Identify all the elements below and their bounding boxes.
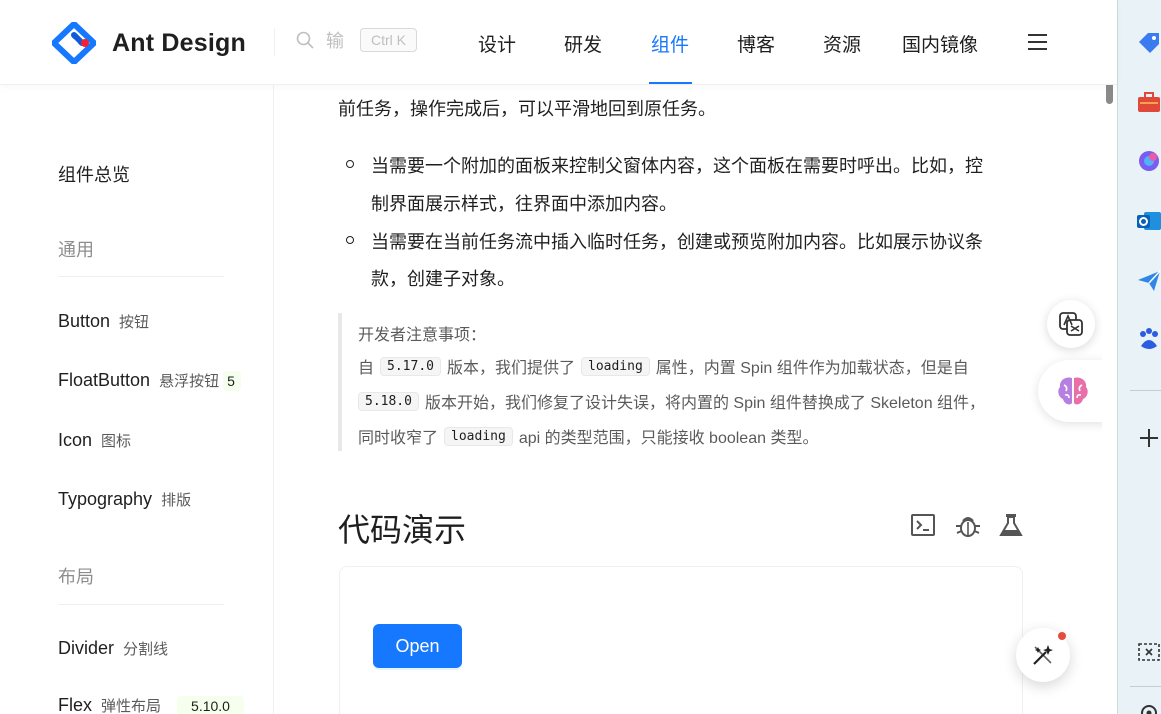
nav-blog[interactable]: 博客 — [737, 30, 775, 57]
demo-card: Open — [339, 566, 1023, 714]
nav-mirror[interactable]: 国内镜像 — [902, 30, 978, 57]
sidebar-item-label: Icon — [58, 430, 93, 450]
side-panel-divider — [1130, 686, 1161, 687]
ai-magic-button[interactable] — [1016, 628, 1070, 682]
outlook-icon[interactable] — [1136, 208, 1161, 234]
sidebar-item-sublabel: 悬浮按钮 — [159, 373, 220, 390]
sidebar-item-label: 组件总览 — [58, 165, 130, 185]
sidebar-group-general: 通用 — [58, 240, 94, 260]
note-line: 同时收窄了 loading api 的类型范围，只能接收 boolean 类型。 — [358, 424, 818, 448]
inline-code: 5.17.0 — [380, 356, 441, 376]
sidebar-item-label: Flex — [58, 695, 93, 714]
inline-code: loading — [581, 356, 650, 376]
browser-side-panel — [1117, 0, 1161, 714]
ai-assistant-button[interactable] — [1038, 360, 1108, 422]
screenshot-icon[interactable] — [1136, 640, 1161, 666]
version-tag: 5.10.0 — [177, 695, 244, 714]
baidu-icon[interactable] — [1136, 326, 1161, 352]
search-shortcut: Ctrl K — [360, 28, 417, 52]
sidebar-group-layout: 布局 — [58, 567, 94, 587]
note-text: 版本，我们提供了 — [446, 360, 575, 377]
sidebar-item-typography[interactable]: Typography 排版 — [58, 489, 191, 510]
content-paragraph: 前任务，操作完成后，可以平滑地回到原任务。 — [338, 99, 716, 119]
toolbox-icon[interactable] — [1136, 89, 1161, 115]
send-icon[interactable] — [1136, 268, 1161, 294]
terminal-icon[interactable] — [910, 512, 936, 538]
sidebar-item-sublabel: 排版 — [161, 492, 192, 509]
add-icon[interactable] — [1136, 425, 1161, 451]
sidebar-item-label: Button — [58, 311, 111, 331]
sidebar-divider — [58, 604, 224, 605]
header-divider — [274, 28, 275, 56]
nav-design[interactable]: 设计 — [478, 30, 516, 57]
section-title: 代码演示 — [338, 512, 467, 548]
tag-icon[interactable] — [1136, 30, 1161, 56]
developer-note: 开发者注意事项： 自 5.17.0 版本，我们提供了 loading 属性，内置… — [338, 313, 1023, 451]
logo-text: Ant Design — [112, 28, 246, 57]
top-header: Ant Design 输 Ctrl K 设计 研发 组件 博客 资源 国内镜像 — [0, 0, 1117, 85]
nav-resources[interactable]: 资源 — [823, 30, 861, 57]
sidebar-item-overview[interactable]: 组件总览 — [58, 161, 130, 187]
demo-toolbar — [910, 512, 1024, 538]
bullet-text: 当需要在当前任务流中插入临时任务，创建或预览附加内容。比如展示协议条 — [371, 232, 983, 252]
open-button[interactable]: Open — [373, 624, 462, 668]
search-bar[interactable]: 输 Ctrl K — [296, 27, 417, 53]
page: Ant Design 输 Ctrl K 设计 研发 组件 博客 资源 国内镜像 — [0, 0, 1161, 714]
logo[interactable]: Ant Design — [52, 22, 246, 64]
bullet-text: 款，创建子对象。 — [371, 269, 515, 289]
bullet-marker — [346, 160, 354, 168]
menu-icon[interactable] — [1028, 34, 1047, 50]
bug-icon[interactable] — [954, 512, 980, 538]
note-text: 同时收窄了 — [358, 430, 439, 447]
sidebar-divider — [58, 276, 224, 277]
note-title-text: 开发者注意事项： — [358, 327, 487, 344]
nav-components[interactable]: 组件 — [651, 30, 689, 57]
notification-dot — [1058, 632, 1066, 640]
note-text: api 的类型范围，只能接收 boolean 类型。 — [518, 430, 819, 447]
search-input[interactable]: 输 — [326, 27, 346, 53]
bullet-text: 当需要一个附加的面板来控制父窗体内容，这个面板在需要时呼出。比如，控 — [371, 156, 983, 176]
settings-gear-icon[interactable] — [1136, 700, 1161, 714]
ant-design-logo-icon — [52, 22, 96, 64]
nav-active-indicator — [649, 82, 692, 84]
note-text: 属性，内置 Spin 组件作为加载状态，但是自 — [655, 360, 969, 377]
bullet-marker — [346, 236, 354, 244]
sidebar-item-sublabel: 分割线 — [123, 641, 169, 658]
note-line: 自 5.17.0 版本，我们提供了 loading 属性，内置 Spin 组件作… — [358, 354, 969, 378]
sidebar-item-icon[interactable]: Icon 图标 — [58, 430, 131, 451]
nav-develop[interactable]: 研发 — [564, 30, 602, 57]
copilot-icon[interactable] — [1136, 148, 1161, 174]
side-panel-divider — [1130, 390, 1161, 391]
translate-button[interactable] — [1047, 300, 1095, 348]
sidebar-item-label: FloatButton — [58, 370, 151, 390]
ai-magic-icon — [1033, 645, 1053, 665]
translate-icon — [1059, 312, 1083, 336]
inline-code: 5.18.0 — [358, 391, 419, 411]
inline-code: loading — [444, 426, 513, 446]
bullet-text: 制界面展示样式，往界面中添加内容。 — [371, 194, 677, 214]
note-text: 自 — [358, 360, 375, 377]
sidebar-item-sublabel: 图标 — [101, 433, 132, 450]
sidebar-item-sublabel: 按钮 — [119, 314, 150, 331]
sidebar-item-divider[interactable]: Divider 分割线 — [58, 638, 168, 659]
sidebar-item-sublabel: 弹性布局 — [101, 698, 162, 714]
note-text: 版本开始，我们修复了设计失误，将内置的 Spin 组件替换成了 Skeleton… — [424, 395, 986, 412]
note-title: 开发者注意事项： — [358, 321, 486, 345]
component-sidebar: 组件总览 通用 Button 按钮 FloatButton 悬浮按钮 5 Ico… — [0, 85, 274, 714]
sidebar-item-floatbutton[interactable]: FloatButton 悬浮按钮 5 — [58, 370, 242, 391]
flask-icon[interactable] — [998, 512, 1024, 538]
note-line: 5.18.0 版本开始，我们修复了设计失误，将内置的 Spin 组件替换成了 S… — [358, 389, 985, 413]
sidebar-item-flex[interactable]: Flex 弹性布局 5.10.0 — [58, 695, 244, 714]
page-scrollbar[interactable] — [1102, 0, 1117, 714]
brain-icon — [1058, 377, 1088, 405]
version-tag: 5 — [223, 370, 242, 391]
sidebar-item-button[interactable]: Button 按钮 — [58, 311, 149, 332]
sidebar-item-label: Divider — [58, 638, 115, 658]
search-icon — [296, 31, 314, 49]
sidebar-item-label: Typography — [58, 489, 153, 509]
